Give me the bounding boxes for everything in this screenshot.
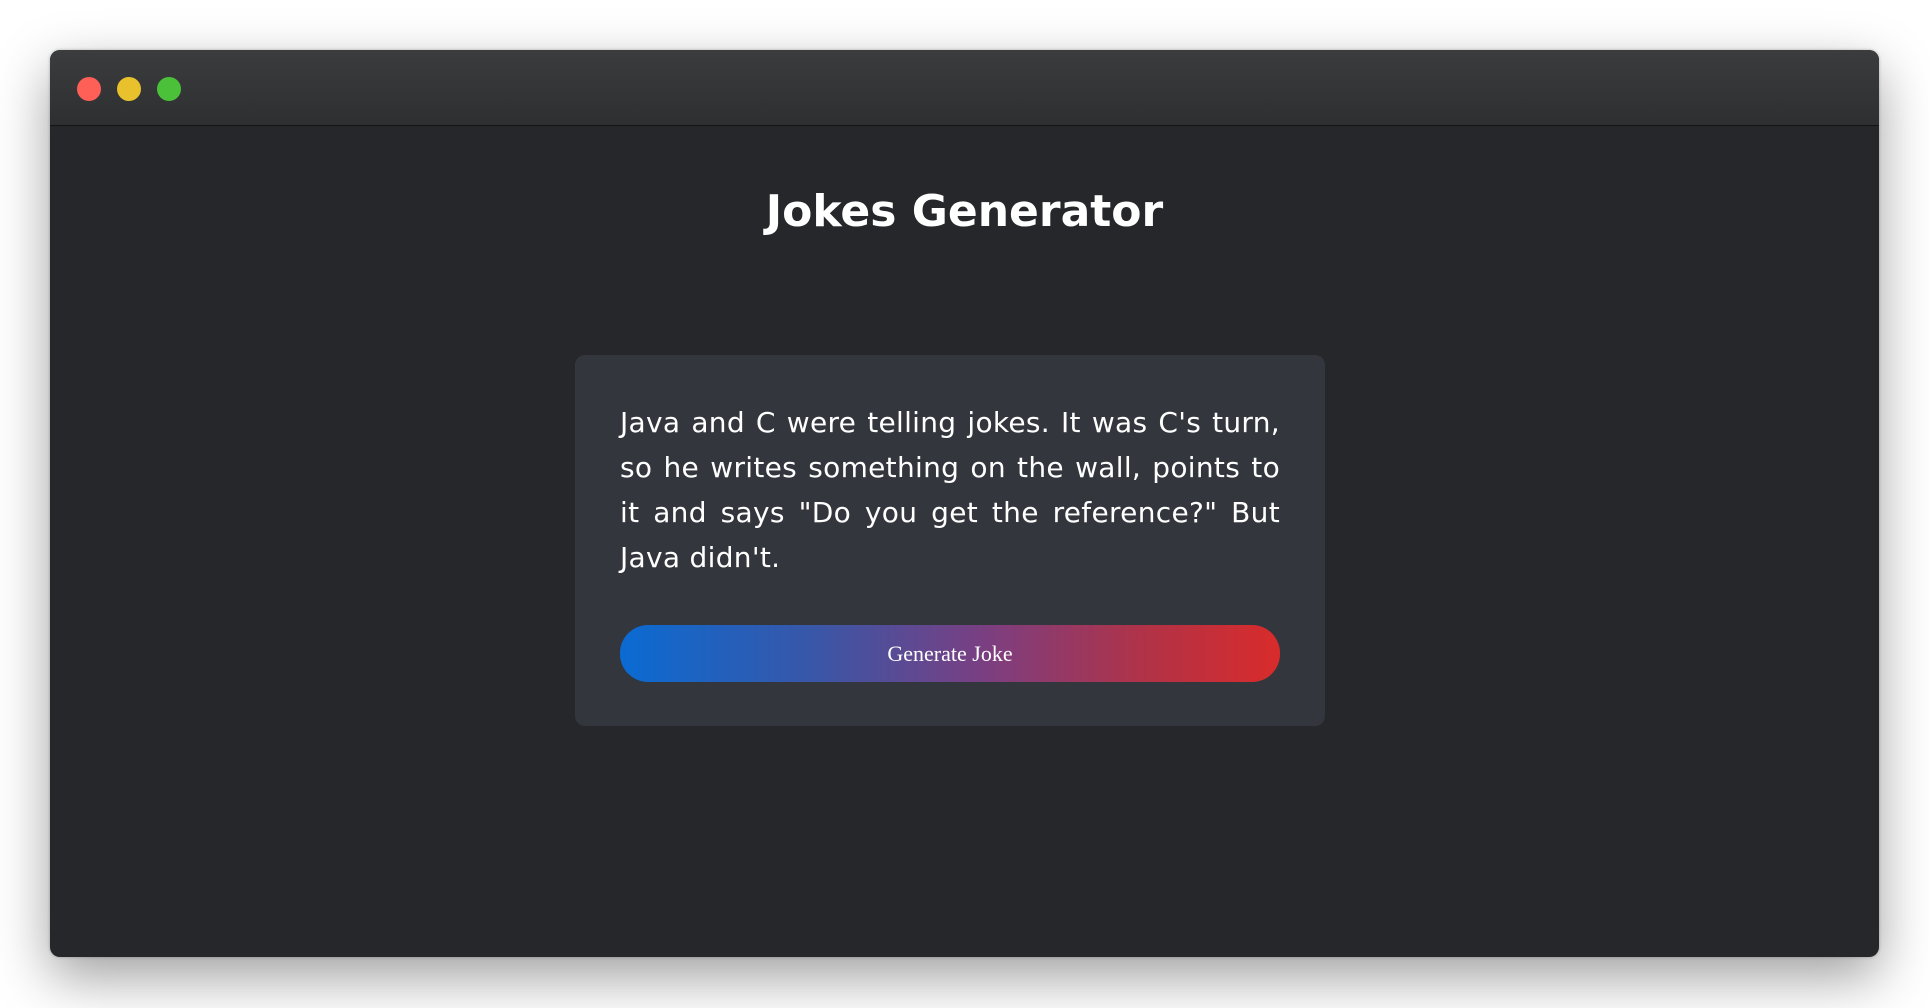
maximize-window-button[interactable] [157,77,181,101]
app-window: Jokes Generator Java and C were telling … [50,50,1879,957]
joke-text: Java and C were telling jokes. It was C'… [620,406,1280,574]
minimize-window-button[interactable] [117,77,141,101]
page-title: Jokes Generator [765,186,1164,237]
app-content: Jokes Generator Java and C were telling … [50,126,1879,957]
close-window-button[interactable] [77,77,101,101]
joke-card: Java and C were telling jokes. It was C'… [575,355,1325,726]
generate-joke-button[interactable]: Generate Joke [620,625,1280,682]
window-titlebar[interactable] [50,50,1879,126]
